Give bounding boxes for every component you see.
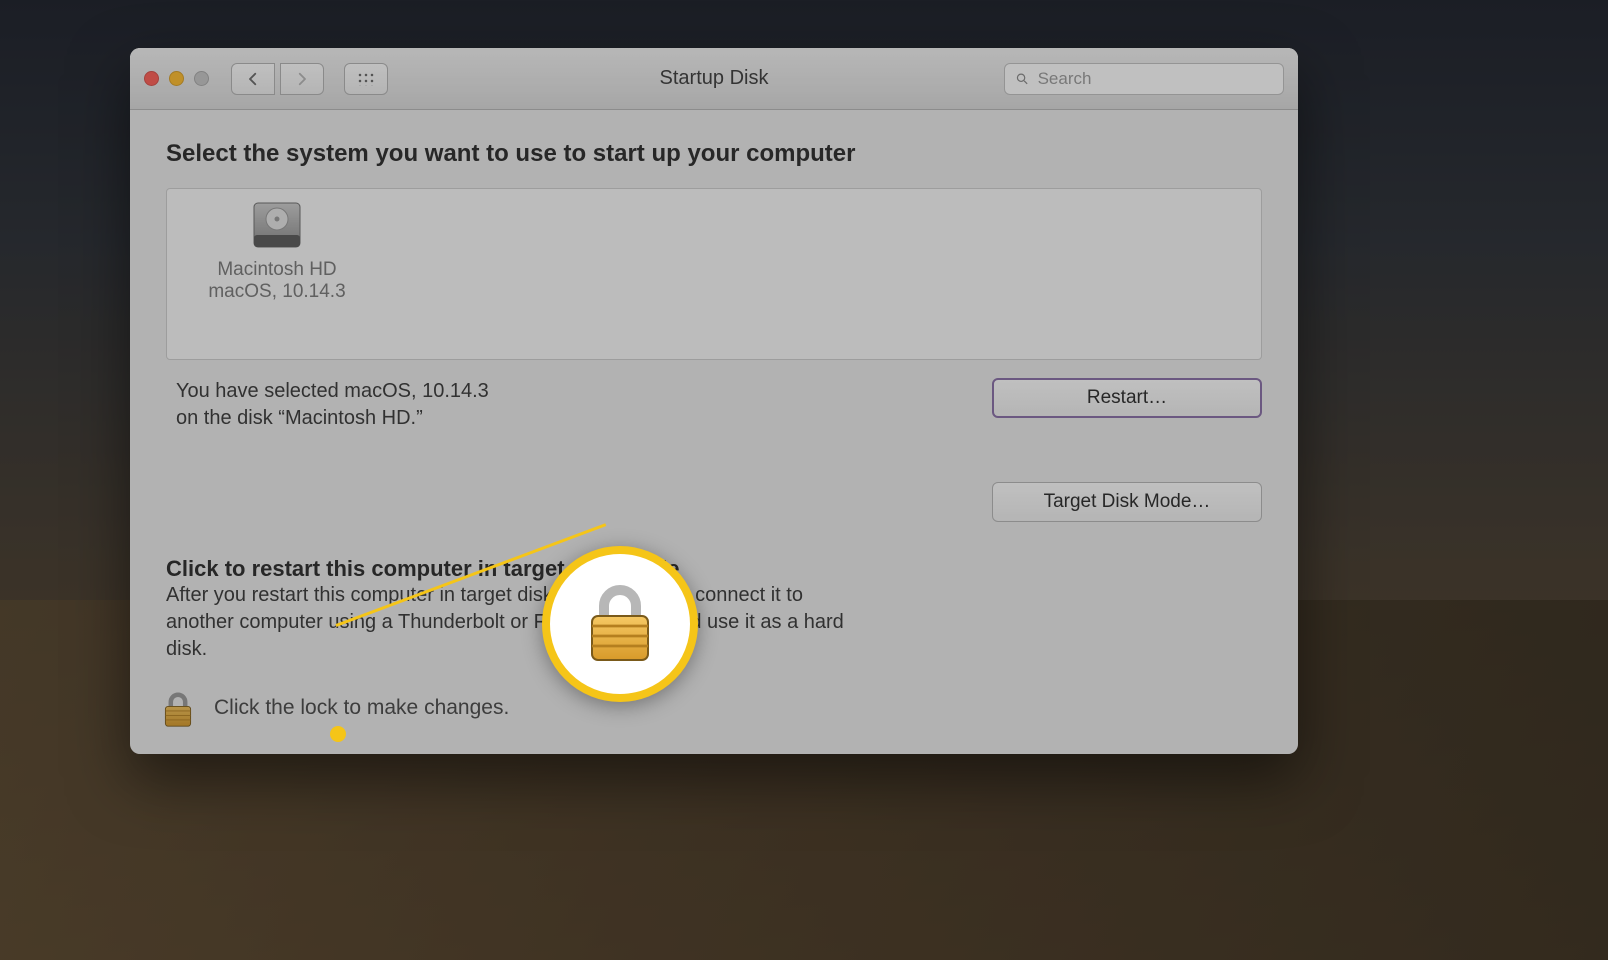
lock-icon (160, 690, 196, 730)
nav-buttons (231, 63, 388, 95)
tdm-heading: Click to restart this computer in target… (166, 556, 1262, 582)
selection-row: You have selected macOS, 10.14.3 on the … (166, 378, 1262, 522)
action-buttons-column: Restart… Target Disk Mode… (992, 378, 1262, 522)
target-disk-mode-button-label: Target Disk Mode… (1044, 491, 1211, 513)
chevron-left-icon (244, 70, 262, 88)
search-icon (1015, 71, 1030, 87)
page-heading: Select the system you want to use to sta… (166, 140, 1262, 168)
minimize-window-button[interactable] (169, 71, 184, 86)
lock-icon (580, 579, 660, 669)
tdm-body: After you restart this computer in targe… (166, 582, 866, 663)
search-field-wrap[interactable] (1004, 63, 1284, 95)
lock-row: Click the lock to make changes. (160, 690, 509, 726)
close-window-button[interactable] (144, 71, 159, 86)
search-input[interactable] (1038, 69, 1273, 89)
window-controls (144, 71, 209, 86)
selection-info: You have selected macOS, 10.14.3 on the … (166, 378, 952, 522)
internal-disk-icon (248, 199, 306, 253)
callout-magnifier (542, 546, 698, 702)
show-all-button[interactable] (344, 63, 388, 95)
selection-info-line1: You have selected macOS, 10.14.3 (176, 378, 952, 405)
grid-icon (357, 72, 375, 86)
callout-anchor-dot (330, 726, 346, 742)
zoom-window-button[interactable] (194, 71, 209, 86)
lock-button[interactable] (160, 690, 196, 726)
window-titlebar: Startup Disk (130, 48, 1298, 110)
restart-button[interactable]: Restart… (992, 378, 1262, 418)
target-disk-mode-button[interactable]: Target Disk Mode… (992, 482, 1262, 522)
selection-info-line2: on the disk “Macintosh HD.” (176, 405, 952, 432)
startup-disk-item[interactable]: Macintosh HD macOS, 10.14.3 (187, 199, 367, 303)
window-content: Select the system you want to use to sta… (130, 110, 1298, 683)
desktop-wallpaper: Startup Disk Select the system you want … (0, 0, 1608, 960)
chevron-right-icon (293, 70, 311, 88)
restart-button-label: Restart… (1087, 387, 1167, 409)
forward-button[interactable] (280, 63, 324, 95)
disk-name: Macintosh HD (187, 259, 367, 281)
prefs-window: Startup Disk Select the system you want … (130, 48, 1298, 754)
startup-disk-list[interactable]: Macintosh HD macOS, 10.14.3 (166, 188, 1262, 360)
disk-version: macOS, 10.14.3 (187, 281, 367, 303)
back-button[interactable] (231, 63, 275, 95)
lock-hint-text: Click the lock to make changes. (214, 696, 509, 720)
